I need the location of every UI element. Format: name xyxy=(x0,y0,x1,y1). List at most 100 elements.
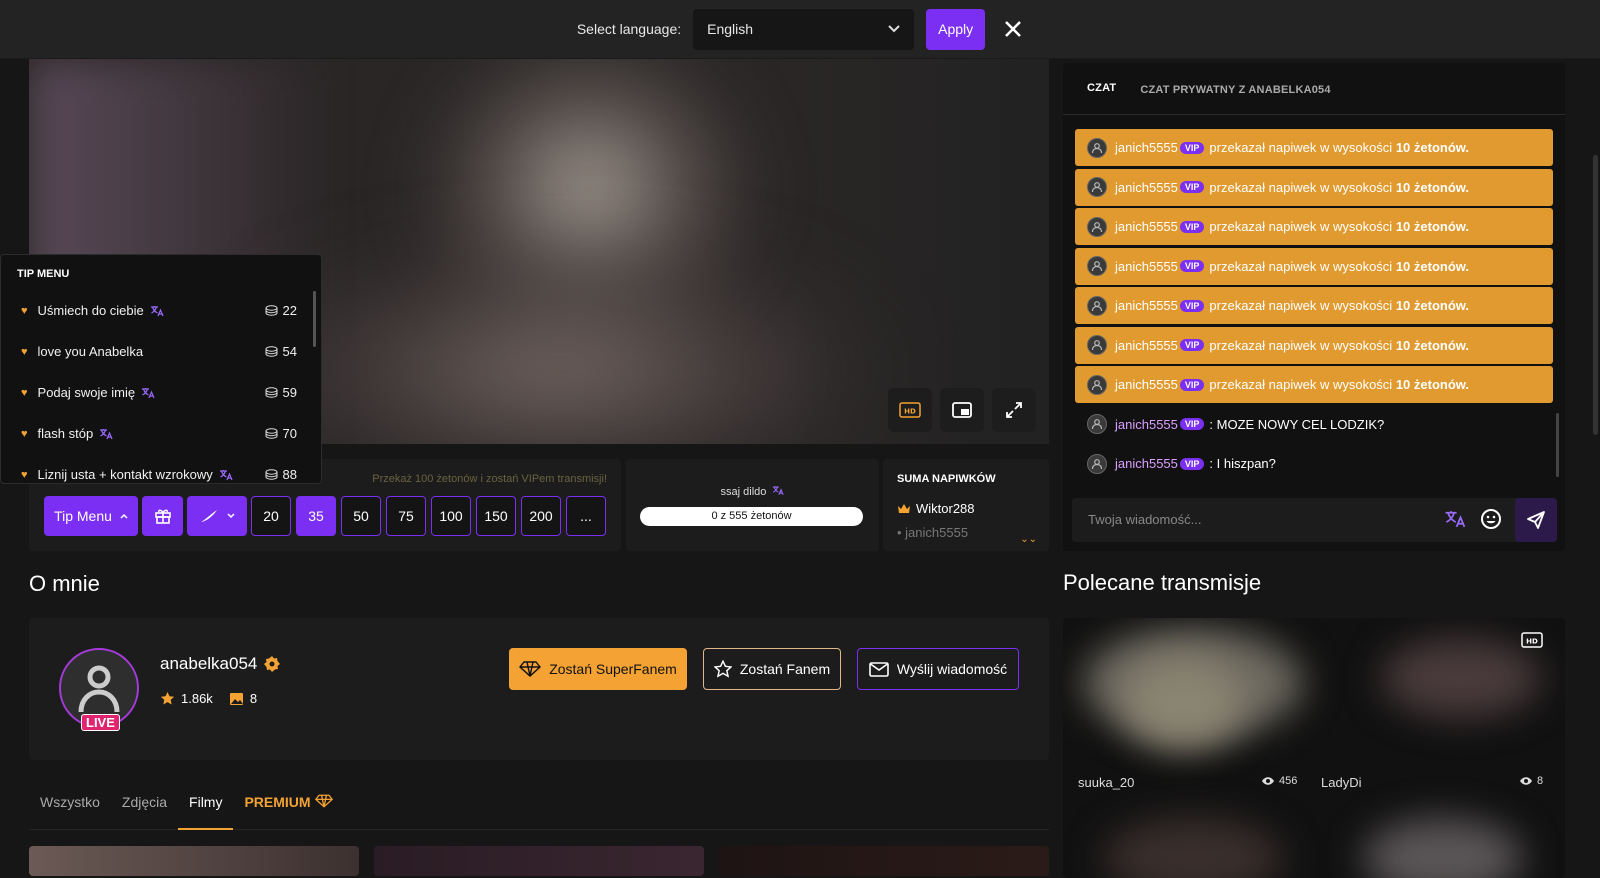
chat-username[interactable]: janich5555 xyxy=(1115,338,1178,353)
tip-amount-button[interactable]: 35 xyxy=(296,496,336,536)
send-message-button[interactable]: Wyślij wiadomość xyxy=(857,648,1019,690)
chat-message-text: przekazał napiwek w wysokości xyxy=(1209,140,1393,155)
fullscreen-button[interactable] xyxy=(992,388,1036,432)
coins-icon xyxy=(265,387,278,398)
tab-videos[interactable]: Filmy xyxy=(178,788,234,830)
tip-menu-item[interactable]: ♥ Uśmiech do ciebie 22 xyxy=(1,290,321,331)
verified-badge-icon xyxy=(264,656,281,672)
fan-button[interactable]: Zostań Fanem xyxy=(703,648,841,690)
hd-quality-button[interactable]: HD xyxy=(888,388,932,432)
user-avatar-icon xyxy=(1087,453,1107,474)
tip-amount-button[interactable]: 75 xyxy=(386,496,426,536)
heart-icon: ♥ xyxy=(21,468,28,481)
tip-amount: 10 żetonów. xyxy=(1395,298,1470,313)
chat-tabs: CZAT CZAT PRYWATNY Z ANABELKA054 xyxy=(1063,63,1565,115)
language-bar: Select language: English Apply xyxy=(0,0,1600,59)
chat-message-text: przekazał napiwek w wysokości xyxy=(1209,298,1393,313)
coins-icon xyxy=(265,305,278,316)
media-thumbnail[interactable] xyxy=(374,846,704,876)
tab-premium[interactable]: PREMIUM xyxy=(233,788,343,830)
chat-username[interactable]: janich5555 xyxy=(1115,298,1178,313)
chat-username[interactable]: janich5555 xyxy=(1115,456,1178,471)
gift-button[interactable] xyxy=(142,496,183,536)
tip-amount: 10 żetonów. xyxy=(1395,140,1470,155)
tip-amount-button[interactable]: 100 xyxy=(431,496,471,536)
tip-menu-item-label: Liznij usta + kontakt wzrokowy xyxy=(37,467,213,482)
chat-input[interactable]: Twoja wiadomość... xyxy=(1072,498,1557,542)
emoji-icon[interactable] xyxy=(1480,508,1502,530)
goal-progress-bar: 0 z 555 żetonów xyxy=(640,507,863,526)
tip-menu-item[interactable]: ♥ flash stóp 70 xyxy=(1,413,321,454)
tip-amount-button[interactable]: 20 xyxy=(251,496,291,536)
superfan-button[interactable]: Zostań SuperFanem xyxy=(509,648,687,690)
send-button[interactable] xyxy=(1515,498,1557,542)
tab-private-chat[interactable]: CZAT PRYWATNY Z ANABELKA054 xyxy=(1128,84,1342,114)
expand-tips-icon[interactable]: ⌄⌄ xyxy=(1020,534,1037,545)
user-avatar-icon xyxy=(1087,295,1107,316)
close-icon[interactable] xyxy=(1003,19,1023,39)
coins-icon xyxy=(265,346,278,357)
stream-viewers: 456 xyxy=(1279,775,1298,787)
profile-name: anabelka054 xyxy=(160,654,258,673)
vip-badge: VIP xyxy=(1179,299,1205,312)
tip-amount-button[interactable]: 200 xyxy=(521,496,561,536)
media-thumbnail[interactable] xyxy=(29,846,359,876)
chat-message-text: przekazał napiwek w wysokości xyxy=(1209,219,1393,234)
hd-icon: HD xyxy=(899,402,921,418)
chat-message-text: : I hiszpan? xyxy=(1209,456,1276,471)
translate-icon[interactable] xyxy=(1444,508,1466,530)
chat-tip-message: janich5555 VIP przekazał napiwek w wysokoś… xyxy=(1075,366,1553,403)
tip-menu-scrollbar[interactable] xyxy=(313,291,316,347)
user-avatar-icon xyxy=(1087,256,1107,276)
page-scrollbar[interactable] xyxy=(1593,155,1598,435)
eye-icon xyxy=(1262,777,1274,785)
picture-in-picture-button[interactable] xyxy=(940,388,984,432)
chat-username[interactable]: janich5555 xyxy=(1115,377,1178,392)
stream-name[interactable]: suuka_20 xyxy=(1078,775,1134,790)
goal-widget: ssaj dildo 0 z 555 żetonów xyxy=(626,459,879,551)
chevron-down-icon xyxy=(227,513,235,519)
tip-menu-button-label: Tip Menu xyxy=(54,508,112,524)
tip-amount-button[interactable]: 50 xyxy=(341,496,381,536)
chat-username[interactable]: janich5555 xyxy=(1115,259,1178,274)
media-thumbnail[interactable] xyxy=(719,846,1049,876)
vip-badge: VIP xyxy=(1179,378,1205,391)
tip-menu-button[interactable]: Tip Menu xyxy=(44,496,138,536)
tip-amount-button[interactable]: 150 xyxy=(476,496,516,536)
chat-scrollbar[interactable] xyxy=(1556,413,1559,477)
chat-message: janich5555 VIP: I hiszpan? xyxy=(1075,445,1553,482)
feather-tip-button[interactable] xyxy=(187,496,247,536)
chat-messages: janich5555 VIP przekazał napiwek w wysokoś… xyxy=(1075,129,1553,485)
send-icon xyxy=(1527,511,1545,529)
chat-tip-message: janich5555 VIP przekazał napiwek w wysokoś… xyxy=(1075,247,1553,285)
vip-badge: VIP xyxy=(1179,181,1205,193)
chat-username[interactable]: janich5555 xyxy=(1115,140,1178,155)
coins-icon xyxy=(265,428,278,439)
tip-menu-item[interactable]: ♥ Podaj swoje imię 59 xyxy=(1,372,321,413)
eye-icon xyxy=(1520,777,1532,785)
tip-menu-item[interactable]: ♥ Liznij usta + kontakt wzrokowy 88 xyxy=(1,454,321,483)
stream-card[interactable] xyxy=(1063,618,1303,783)
tip-menu-item-label: flash stóp xyxy=(37,426,94,441)
goal-title: ssaj dildo xyxy=(720,486,767,498)
tab-chat[interactable]: CZAT xyxy=(1075,82,1129,114)
chat-tip-message: janich5555 VIP przekazał napiwek w wysokoś… xyxy=(1075,287,1553,324)
chat-username[interactable]: janich5555 xyxy=(1115,417,1178,432)
fan-button-label: Zostań Fanem xyxy=(739,661,831,677)
tab-all[interactable]: Wszystko xyxy=(29,788,111,830)
second-tipper: janich5555 xyxy=(905,525,969,540)
about-heading: O mnie xyxy=(29,571,100,596)
top-tipper: Wiktor288 xyxy=(916,501,975,516)
apply-button[interactable]: Apply xyxy=(926,8,986,50)
chat-username[interactable]: janich5555 xyxy=(1115,180,1178,195)
chevron-up-icon xyxy=(120,513,128,519)
tip-menu-item[interactable]: ♥ love you Anabelka 54 xyxy=(1,331,321,372)
tab-photos[interactable]: Zdjęcia xyxy=(111,788,178,830)
vip-badge: VIP xyxy=(1179,220,1205,233)
language-select[interactable]: English xyxy=(693,8,915,50)
chat-username[interactable]: janich5555 xyxy=(1115,219,1178,234)
stream-name[interactable]: LadyDi xyxy=(1321,775,1361,790)
envelope-icon xyxy=(869,661,889,677)
tip-custom-button[interactable]: ... xyxy=(566,496,606,536)
tips-summary: SUMA NAPIWKÓW Wiktor288 • janich5555 ⌄⌄ xyxy=(883,459,1049,551)
